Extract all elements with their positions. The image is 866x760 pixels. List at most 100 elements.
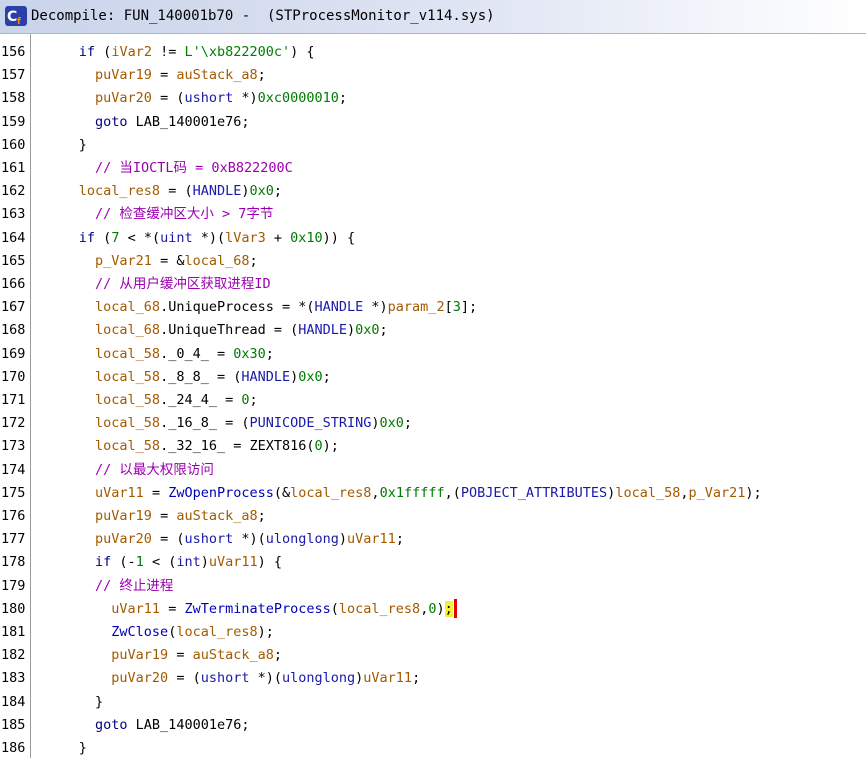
code-token[interactable]: *) [233,90,257,106]
code-token[interactable]: puVar20 [95,531,152,547]
code-token[interactable]: )) { [323,230,356,246]
code-token[interactable]: HANDLE [241,369,290,385]
code-token[interactable]: puVar19 [95,508,152,524]
code-token[interactable]: local_58 [615,485,680,501]
code-token[interactable]: < ( [144,554,176,570]
code-token[interactable]: = [160,601,184,617]
code-text[interactable]: uVar11 = ZwTerminateProcess(local_res8,0… [30,598,457,621]
code-token[interactable] [30,624,111,640]
code-token[interactable]: uVar11 [111,601,160,617]
code-token[interactable]: uVar11 [209,554,258,570]
code-text[interactable]: local_res8 = (HANDLE)0x0; [30,180,282,203]
code-line[interactable]: 157 puVar19 = auStack_a8; [0,64,866,87]
code-line[interactable]: 172 local_58._16_8_ = (PUNICODE_STRING)0… [0,412,866,435]
code-text[interactable]: puVar19 = auStack_a8; [30,64,266,87]
code-token[interactable]: HANDLE [298,322,347,338]
code-token[interactable]: ; [266,346,274,362]
code-line[interactable]: 185 goto LAB_140001e76; [0,714,866,737]
code-text[interactable]: local_68.UniqueThread = (HANDLE)0x0; [30,319,388,342]
code-token[interactable]: ( [95,44,111,60]
code-text[interactable]: local_58._0_4_ = 0x30; [30,343,274,366]
code-text[interactable]: if (-1 < (int)uVar11) { [30,551,282,574]
code-token[interactable]: local_68 [184,253,249,269]
code-token[interactable]: int [176,554,200,570]
code-token[interactable] [30,322,95,338]
code-token[interactable]: if [79,44,95,60]
code-line[interactable]: 186 } [0,737,866,760]
code-line[interactable]: 165 p_Var21 = &local_68; [0,250,866,273]
code-token[interactable]: = ( [152,90,184,106]
code-token[interactable]: *)( [249,670,282,686]
code-line[interactable]: 175 uVar11 = ZwOpenProcess(&local_res8,0… [0,482,866,505]
code-token[interactable]: ) { [258,554,282,570]
code-token[interactable]: local_58 [95,415,160,431]
code-token[interactable]: if [79,230,95,246]
code-token[interactable] [30,531,95,547]
code-token[interactable]: = [152,67,176,83]
code-token[interactable] [30,346,95,362]
code-line[interactable]: 159 goto LAB_140001e76; [0,111,866,134]
code-token[interactable]: puVar20 [95,90,152,106]
code-token[interactable] [30,462,95,478]
code-token[interactable]: , [371,485,379,501]
code-token[interactable] [30,160,95,176]
code-token[interactable] [30,717,95,733]
code-text[interactable]: // 终止进程 [30,575,173,598]
code-text[interactable]: goto LAB_140001e76; [30,714,249,737]
code-token[interactable]: 0x0 [298,369,322,385]
code-token[interactable]: auStack_a8 [176,508,257,524]
code-line[interactable]: 164 if (7 < *(uint *)(lVar3 + 0x10)) { [0,227,866,250]
code-token[interactable]: // 当IOCTL码 = 0xB822200C [95,160,293,176]
code-line[interactable]: 183 puVar20 = (ushort *)(ulonglong)uVar1… [0,667,866,690]
code-token[interactable]: local_68 [95,322,160,338]
code-token[interactable]: puVar19 [95,67,152,83]
code-text[interactable]: local_58._32_16_ = ZEXT816(0); [30,435,339,458]
code-token[interactable]: ushort [184,531,233,547]
code-text[interactable]: } [30,737,87,760]
code-token[interactable]: ) [436,601,444,617]
code-token[interactable]: } [30,137,87,153]
code-token[interactable]: goto [95,114,128,130]
code-token[interactable]: *) [363,299,387,315]
code-text[interactable]: uVar11 = ZwOpenProcess(&local_res8,0x1ff… [30,482,762,505]
code-token[interactable]: uint [160,230,193,246]
code-token[interactable]: ; [274,183,282,199]
code-token[interactable]: = ( [168,670,200,686]
code-line[interactable]: 162 local_res8 = (HANDLE)0x0; [0,180,866,203]
code-text[interactable]: // 检查缓冲区大小 > 7字节 [30,203,273,226]
code-text[interactable]: local_58._8_8_ = (HANDLE)0x0; [30,366,331,389]
code-token[interactable]: ) [241,183,249,199]
code-token[interactable] [30,114,95,130]
code-line[interactable]: 168 local_68.UniqueThread = (HANDLE)0x0; [0,319,866,342]
code-token[interactable]: auStack_a8 [176,67,257,83]
code-line[interactable]: 177 puVar20 = (ushort *)(ulonglong)uVar1… [0,528,866,551]
code-line[interactable]: 181 ZwClose(local_res8); [0,621,866,644]
code-token[interactable] [30,438,95,454]
code-line[interactable]: 158 puVar20 = (ushort *)0xc0000010; [0,87,866,110]
code-token[interactable]: local_58 [95,392,160,408]
code-line[interactable]: 178 if (-1 < (int)uVar11) { [0,551,866,574]
code-token[interactable]: ; [380,322,388,338]
code-text[interactable]: // 以最大权限访问 [30,459,214,482]
code-line[interactable]: 156 if (iVar2 != L'\xb822200c') { [0,41,866,64]
code-text[interactable]: } [30,691,103,714]
code-token[interactable]: 0x30 [233,346,266,362]
code-token[interactable]: ; [249,253,257,269]
code-token[interactable]: uVar11 [95,485,144,501]
code-token[interactable] [30,44,79,60]
code-token[interactable]: if [95,554,111,570]
code-text[interactable]: p_Var21 = &local_68; [30,250,258,273]
code-token[interactable]: = & [152,253,184,269]
code-token[interactable]: ); [323,438,339,454]
code-text[interactable]: puVar20 = (ushort *)(ulonglong)uVar11; [30,667,420,690]
code-token[interactable]: 0xc0000010 [258,90,339,106]
code-token[interactable]: ) [201,554,209,570]
code-token[interactable]: } [30,694,103,710]
code-text[interactable]: // 从用户缓冲区获取进程ID [30,273,271,296]
code-token[interactable] [30,90,95,106]
code-token[interactable] [30,670,111,686]
code-token[interactable]: puVar20 [111,670,168,686]
code-token[interactable]: ; [249,392,257,408]
code-token[interactable] [30,369,95,385]
code-token[interactable]: lVar3 [225,230,266,246]
